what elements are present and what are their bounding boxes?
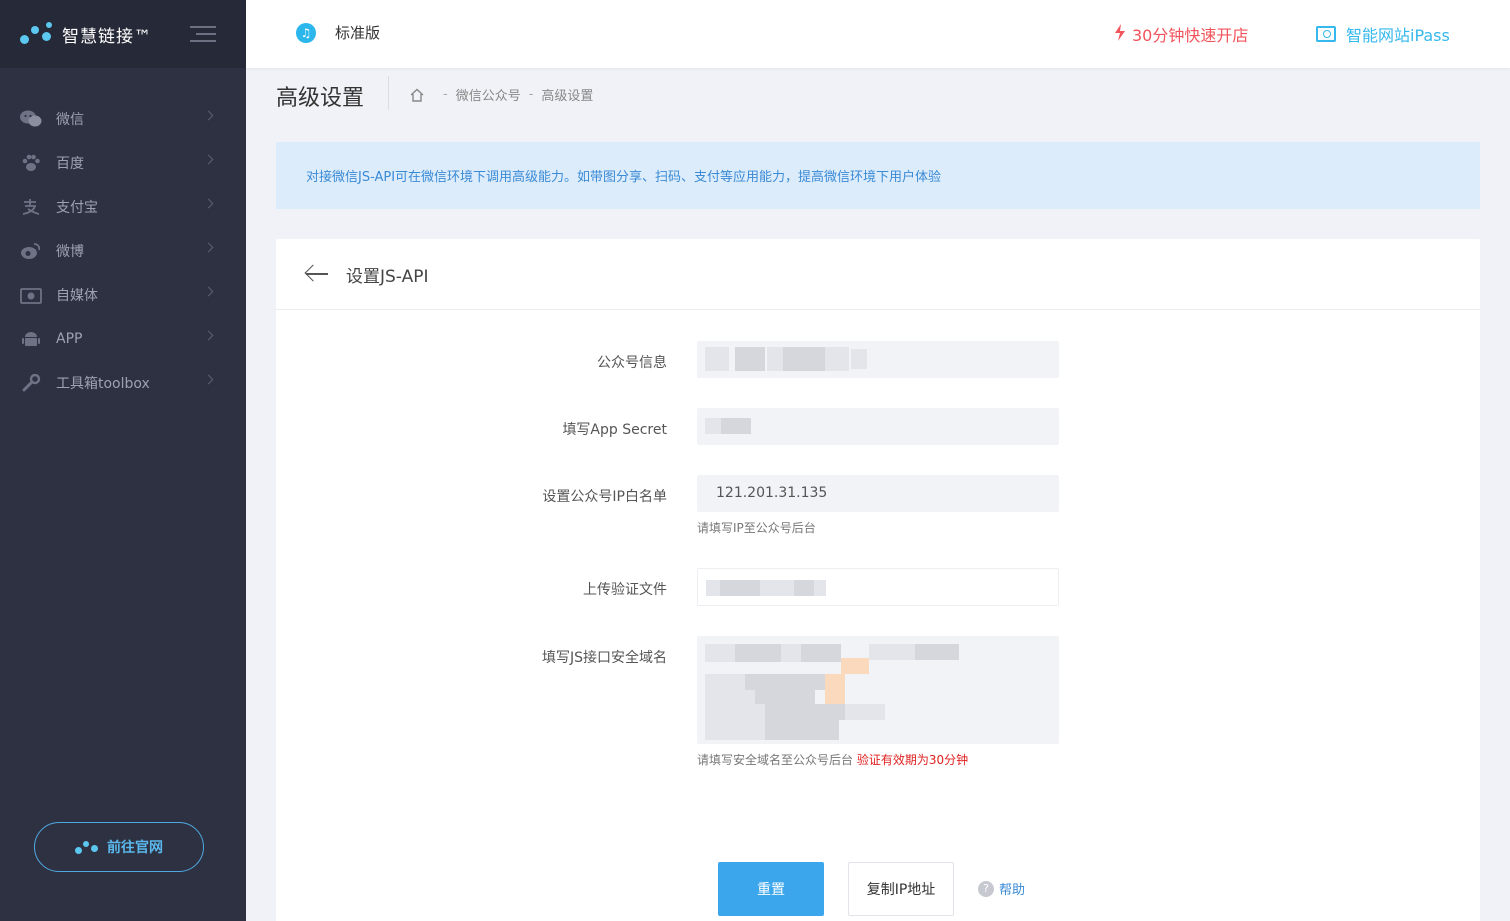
account-info-field	[697, 341, 1059, 378]
music-note-icon: ♫	[296, 22, 316, 43]
copy-ip-button[interactable]: 复制IP地址	[848, 862, 954, 916]
sidebar-item-label: 微信	[56, 112, 84, 128]
wechat-icon	[20, 110, 42, 128]
breadcrumb: - 微信公众号 - 高级设置	[409, 85, 593, 104]
sidebar-item-media[interactable]: 自媒体	[0, 273, 246, 317]
profile-card-icon	[1316, 26, 1336, 42]
help-label: 帮助	[999, 883, 1026, 898]
sidebar-item-toolbox[interactable]: 工具箱toolbox	[0, 361, 246, 405]
question-mark-icon: ?	[978, 880, 994, 897]
app-secret-input[interactable]	[697, 408, 1059, 445]
chevron-right-icon	[203, 330, 214, 341]
info-notice: 对接微信JS-API可在微信环境下调用高级能力。如带图分享、扫码、支付等应用能力…	[276, 142, 1480, 209]
visit-website-button[interactable]: 前往官网	[34, 822, 204, 872]
app-secret-label: 填写App Secret	[562, 422, 667, 438]
help-link[interactable]: ? 帮助	[978, 879, 1025, 898]
quick-open-store-link[interactable]: 30分钟快速开店	[1114, 22, 1248, 46]
sidebar-item-app[interactable]: APP	[0, 317, 246, 361]
alipay-icon	[20, 198, 42, 216]
sidebar-item-baidu[interactable]: 百度	[0, 141, 246, 185]
title-divider	[388, 76, 389, 110]
breadcrumb-separator: -	[528, 87, 534, 102]
brand-logo-icon	[75, 839, 99, 855]
sidebar: 智慧链接™ 微信 百度 支付宝 微博 自媒体 APP 工具箱toolbox 前往…	[0, 0, 246, 921]
upload-file-input[interactable]	[697, 568, 1059, 606]
js-domain-hint-text: 请填写安全域名至公众号后台	[697, 753, 854, 767]
paw-icon	[20, 154, 42, 172]
sidebar-item-label: APP	[56, 331, 83, 347]
sidebar-item-alipay[interactable]: 支付宝	[0, 185, 246, 229]
ip-whitelist-hint: 请填写IP至公众号后台	[697, 521, 816, 535]
ipass-label: 智能网站iPass	[1346, 26, 1450, 45]
brand-name: 智慧链接™	[62, 26, 152, 47]
info-notice-text: 对接微信JS-API可在微信环境下调用高级能力。如带图分享、扫码、支付等应用能力…	[306, 170, 942, 185]
sidebar-item-label: 工具箱toolbox	[56, 376, 150, 392]
ip-whitelist-field: 121.201.31.135	[697, 475, 1059, 512]
home-icon[interactable]	[409, 87, 425, 103]
ip-whitelist-value: 121.201.31.135	[716, 485, 828, 501]
ipass-link[interactable]: 智能网站iPass	[1316, 22, 1450, 46]
sidebar-item-label: 自媒体	[56, 288, 98, 304]
sidebar-item-label: 微博	[56, 244, 84, 260]
edition-indicator: ♫ 标准版	[296, 22, 380, 43]
js-domain-label: 填写JS接口安全域名	[541, 650, 667, 666]
wrench-icon	[20, 374, 42, 392]
chevron-right-icon	[203, 374, 214, 385]
lightning-icon	[1114, 23, 1126, 45]
visit-website-label: 前往官网	[107, 840, 163, 856]
android-icon	[20, 330, 42, 348]
account-info-label: 公众号信息	[597, 355, 667, 371]
sidebar-item-weibo[interactable]: 微博	[0, 229, 246, 273]
menu-toggle-icon[interactable]	[190, 26, 216, 42]
sidebar-item-label: 百度	[56, 156, 84, 172]
page-title: 高级设置	[276, 86, 365, 111]
js-domain-textarea[interactable]	[697, 636, 1059, 744]
js-domain-warning: 验证有效期为30分钟	[856, 753, 969, 767]
camera-icon	[20, 286, 42, 304]
breadcrumb-separator: -	[443, 87, 448, 102]
brand-logo-icon	[20, 22, 54, 46]
chevron-right-icon	[203, 198, 214, 209]
card-title: 设置JS-API	[346, 266, 429, 287]
breadcrumb-item[interactable]: 微信公众号	[456, 85, 521, 104]
js-domain-hint: 请填写安全域名至公众号后台 验证有效期为30分钟	[697, 751, 968, 768]
chevron-right-icon	[203, 242, 214, 253]
weibo-icon	[20, 242, 42, 260]
breadcrumb-item-current: 高级设置	[541, 89, 594, 104]
reset-button[interactable]: 重置	[718, 862, 824, 916]
back-arrow-icon[interactable]	[304, 264, 328, 284]
card-header: 设置JS-API	[276, 239, 1480, 310]
sidebar-menu: 微信 百度 支付宝 微博 自媒体 APP 工具箱toolbox	[0, 97, 246, 405]
chevron-right-icon	[203, 110, 214, 121]
top-bar: ♫ 标准版 30分钟快速开店 智能网站iPass	[246, 0, 1510, 68]
quick-open-label: 30分钟快速开店	[1132, 26, 1249, 45]
sidebar-item-wechat[interactable]: 微信	[0, 97, 246, 141]
ip-whitelist-label: 设置公众号IP白名单	[542, 489, 667, 505]
upload-file-label: 上传验证文件	[583, 582, 667, 598]
logo-bar: 智慧链接™	[0, 0, 246, 68]
chevron-right-icon	[203, 286, 214, 297]
jsapi-settings-card: 设置JS-API 公众号信息 填写App Secret 设置公众号IP白名单 1…	[276, 239, 1480, 921]
sidebar-item-label: 支付宝	[56, 200, 98, 216]
edition-label: 标准版	[335, 24, 381, 42]
chevron-right-icon	[203, 154, 214, 165]
